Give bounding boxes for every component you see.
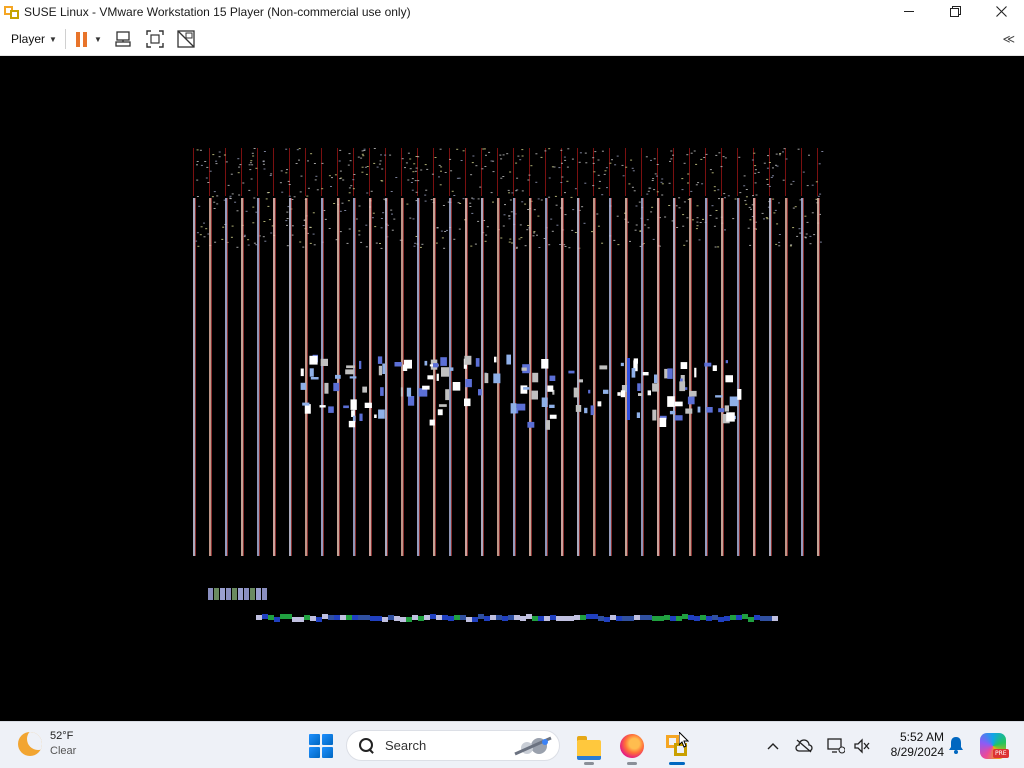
collapse-toolbar-icon[interactable]: ≪ xyxy=(1002,32,1015,46)
close-button[interactable] xyxy=(978,0,1024,23)
window-title: SUSE Linux - VMware Workstation 15 Playe… xyxy=(24,4,411,19)
search-highlight-icon xyxy=(514,736,552,756)
minimize-icon xyxy=(903,11,914,12)
weather-widget[interactable]: 52°F Clear xyxy=(18,729,76,759)
windows-taskbar: 52°F Clear Search 5:52 AM 8/29/2024 PRE xyxy=(0,721,1024,768)
minimize-button[interactable] xyxy=(886,0,932,23)
clock-date: 8/29/2024 xyxy=(890,745,944,759)
notification-bell-icon[interactable] xyxy=(948,736,964,754)
running-indicator xyxy=(627,762,637,765)
firefox-icon xyxy=(620,734,644,758)
restore-icon xyxy=(949,6,961,17)
weather-condition: Clear xyxy=(50,745,77,757)
power-options-chevron-icon[interactable]: ▼ xyxy=(94,35,102,44)
close-icon xyxy=(995,6,1007,17)
player-toolbar: Player ▼ ▼ ≪ xyxy=(0,23,1024,56)
search-label: Search xyxy=(385,738,427,753)
running-indicator xyxy=(584,762,594,765)
mouse-cursor-icon xyxy=(679,732,689,748)
system-clock[interactable]: 5:52 AM 8/29/2024 xyxy=(880,730,944,760)
player-menu-label: Player xyxy=(11,32,46,46)
windows-start-icon[interactable] xyxy=(309,734,333,758)
clock-time: 5:52 AM xyxy=(899,730,944,744)
fullscreen-icon[interactable] xyxy=(146,30,164,48)
onedrive-offline-icon[interactable] xyxy=(795,737,813,755)
unity-icon[interactable] xyxy=(177,30,195,48)
weather-temperature: 52°F xyxy=(50,730,74,742)
volume-muted-icon[interactable] xyxy=(853,737,871,755)
send-ctrl-alt-del-icon[interactable] xyxy=(115,30,133,48)
chevron-down-icon: ▼ xyxy=(49,34,57,44)
toolbar-separator xyxy=(64,29,66,49)
moon-icon xyxy=(18,732,42,756)
copilot-preview-badge: PRE xyxy=(993,749,1009,758)
taskbar-search-box[interactable]: Search xyxy=(346,730,560,761)
taskbar-firefox[interactable] xyxy=(616,730,648,765)
player-menu-button[interactable]: Player ▼ xyxy=(11,32,57,46)
search-icon xyxy=(359,737,375,754)
show-hidden-icons-chevron-icon[interactable] xyxy=(764,737,782,755)
vm-display[interactable] xyxy=(0,56,1024,721)
title-bar: SUSE Linux - VMware Workstation 15 Playe… xyxy=(0,0,1024,23)
window-controls xyxy=(886,0,1024,23)
active-indicator xyxy=(669,762,685,765)
pause-icon[interactable] xyxy=(75,31,87,47)
restore-button[interactable] xyxy=(932,0,978,23)
network-icon[interactable] xyxy=(827,737,845,755)
folder-icon xyxy=(577,736,601,760)
vmware-app-icon xyxy=(4,4,20,20)
taskbar-file-explorer[interactable] xyxy=(573,730,605,765)
vm-garbled-output xyxy=(193,148,824,622)
